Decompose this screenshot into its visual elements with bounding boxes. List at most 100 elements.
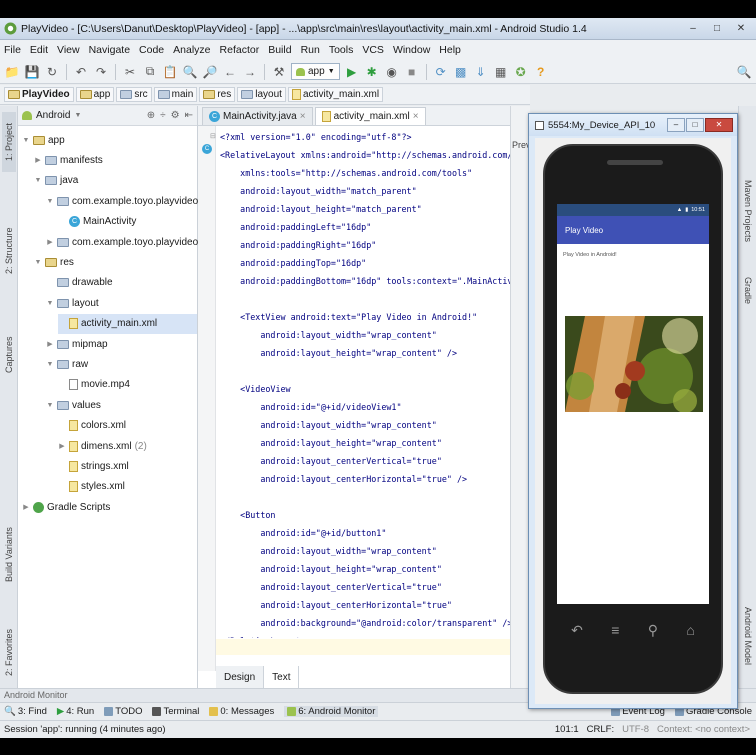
- tree-node[interactable]: activity_main.xml: [58, 313, 197, 334]
- find-icon[interactable]: 🔍: [182, 64, 198, 80]
- tab-text[interactable]: Text: [264, 666, 300, 688]
- tool-run[interactable]: ▶ 4: Run: [57, 706, 94, 717]
- stop-icon[interactable]: ■: [404, 64, 420, 80]
- open-folder-icon[interactable]: 📁: [4, 64, 20, 80]
- make-project-icon[interactable]: ⚒: [271, 64, 287, 80]
- attach-debugger-icon[interactable]: ◉: [384, 64, 400, 80]
- close-icon[interactable]: ×: [413, 111, 419, 122]
- tree-node[interactable]: ▶ Gradle Scripts: [22, 497, 110, 517]
- breadcrumb-app[interactable]: app: [75, 87, 115, 102]
- expanded-arrow-icon[interactable]: ▼: [34, 177, 42, 184]
- undo-icon[interactable]: ↶: [73, 64, 89, 80]
- menu-navigate[interactable]: Navigate: [89, 44, 130, 56]
- collapse-all-icon[interactable]: ÷: [160, 110, 166, 121]
- tool-tab-maven-projects[interactable]: Maven Projects: [741, 166, 755, 256]
- tool-tab-build-variants[interactable]: Build Variants: [2, 514, 16, 596]
- collapsed-arrow-icon[interactable]: ▶: [46, 340, 54, 348]
- redo-icon[interactable]: ↷: [93, 64, 109, 80]
- copy-icon[interactable]: ⧉: [142, 64, 158, 80]
- tree-node[interactable]: ▼ raw: [46, 354, 89, 374]
- collapsed-arrow-icon[interactable]: ▶: [22, 503, 30, 511]
- menu-build[interactable]: Build: [268, 44, 291, 56]
- expanded-arrow-icon[interactable]: ▼: [46, 402, 54, 409]
- breadcrumb-playvideo[interactable]: PlayVideo: [4, 87, 74, 102]
- line-separator[interactable]: CRLF:: [587, 724, 614, 735]
- tool-todo[interactable]: TODO: [104, 706, 142, 717]
- tool-messages[interactable]: 0: Messages: [209, 706, 274, 717]
- tool-tab-structure[interactable]: 2: Structure: [2, 216, 16, 286]
- file-encoding[interactable]: UTF-8: [622, 724, 649, 735]
- close-button[interactable]: ✕: [730, 21, 752, 36]
- tab-design[interactable]: Design: [216, 666, 265, 688]
- tab-activity-main-xml[interactable]: activity_main.xml ×: [314, 107, 426, 125]
- menu-run[interactable]: Run: [301, 44, 320, 56]
- tree-node[interactable]: ▼ java: [34, 171, 79, 191]
- tree-node[interactable]: ▼ app: [22, 130, 65, 150]
- help-icon[interactable]: ?: [533, 64, 549, 80]
- collapsed-arrow-icon[interactable]: ▶: [46, 238, 54, 246]
- breadcrumb-main[interactable]: main: [153, 87, 198, 102]
- forward-icon[interactable]: →: [242, 64, 258, 80]
- tool-tab-favorites[interactable]: 2: Favorites: [2, 622, 16, 682]
- menu-tools[interactable]: Tools: [329, 44, 354, 56]
- expanded-arrow-icon[interactable]: ▼: [22, 137, 30, 144]
- android-device-monitor-icon[interactable]: ✪: [513, 64, 529, 80]
- save-icon[interactable]: 💾: [24, 64, 40, 80]
- tab-mainactivity-java[interactable]: C MainActivity.java ×: [202, 107, 313, 125]
- tool-terminal[interactable]: Terminal: [152, 706, 199, 717]
- android-monitor-title[interactable]: Android Monitor: [4, 690, 68, 700]
- menu-analyze[interactable]: Analyze: [173, 44, 210, 56]
- close-icon[interactable]: ×: [300, 111, 306, 122]
- menu-key-icon[interactable]: ≡: [611, 622, 619, 638]
- run-config-select[interactable]: app ▼: [291, 63, 340, 80]
- tree-node[interactable]: strings.xml: [58, 456, 129, 476]
- menu-code[interactable]: Code: [139, 44, 164, 56]
- home-key-icon[interactable]: ⌂: [686, 622, 694, 638]
- expanded-arrow-icon[interactable]: ▼: [46, 300, 54, 307]
- class-icon[interactable]: C: [202, 144, 212, 154]
- emulator-close-button[interactable]: ✕: [705, 118, 733, 132]
- tree-node[interactable]: ▼ layout: [46, 293, 99, 313]
- project-view-mode[interactable]: Android: [36, 110, 70, 121]
- cursor-position[interactable]: 101:1: [555, 724, 579, 735]
- cut-icon[interactable]: ✂: [122, 64, 138, 80]
- menu-file[interactable]: File: [4, 44, 21, 56]
- tree-node[interactable]: ▶ mipmap: [46, 334, 107, 354]
- chevron-down-icon[interactable]: ▼: [74, 112, 81, 119]
- tree-node[interactable]: ▶ dimens.xml (2): [58, 436, 147, 456]
- expanded-arrow-icon[interactable]: ▼: [46, 198, 54, 205]
- sync-icon[interactable]: ↻: [44, 64, 60, 80]
- video-view[interactable]: [565, 316, 703, 412]
- debug-icon[interactable]: ✱: [364, 64, 380, 80]
- code-area[interactable]: <?xml version="1.0" encoding="utf-8"?> <R…: [220, 128, 526, 638]
- menu-view[interactable]: View: [57, 44, 80, 56]
- phone-screen[interactable]: ▲ ▮ 10:51 Play Video Play Video in Andro…: [557, 204, 709, 604]
- breadcrumb-activity-main[interactable]: activity_main.xml: [287, 87, 384, 102]
- tool-tab-android-model[interactable]: Android Model: [741, 596, 755, 676]
- expanded-arrow-icon[interactable]: ▼: [34, 259, 42, 266]
- preview-tool-strip[interactable]: Previ: [510, 106, 533, 688]
- breadcrumb-res[interactable]: res: [199, 87, 236, 102]
- tree-node[interactable]: movie.mp4: [58, 375, 130, 395]
- collapsed-arrow-icon[interactable]: ▶: [58, 442, 66, 450]
- breadcrumb-layout[interactable]: layout: [237, 87, 286, 102]
- gear-icon[interactable]: ⚙: [171, 110, 180, 121]
- avd-manager-icon[interactable]: ▩: [453, 64, 469, 80]
- tool-android-monitor[interactable]: 6: Android Monitor: [284, 706, 379, 717]
- minimize-button[interactable]: –: [682, 21, 704, 36]
- fold-marker-icon[interactable]: ⊟: [210, 132, 216, 140]
- expanded-arrow-icon[interactable]: ▼: [46, 361, 54, 368]
- menu-window[interactable]: Window: [393, 44, 430, 56]
- menu-help[interactable]: Help: [439, 44, 461, 56]
- emulator-maximize-button[interactable]: □: [686, 118, 704, 132]
- replace-icon[interactable]: 🔎: [202, 64, 218, 80]
- search-key-icon[interactable]: ⚲: [648, 622, 658, 639]
- tree-node[interactable]: C MainActivity: [58, 212, 136, 232]
- maximize-button[interactable]: □: [706, 21, 728, 36]
- search-everywhere-icon[interactable]: 🔍: [736, 64, 752, 80]
- menu-vcs[interactable]: VCS: [362, 44, 384, 56]
- tool-tab-captures[interactable]: Captures: [2, 328, 16, 382]
- tool-tab-project[interactable]: 1: Project: [2, 112, 16, 172]
- back-icon[interactable]: ←: [222, 64, 238, 80]
- tree-node[interactable]: ▶ manifests: [34, 150, 103, 170]
